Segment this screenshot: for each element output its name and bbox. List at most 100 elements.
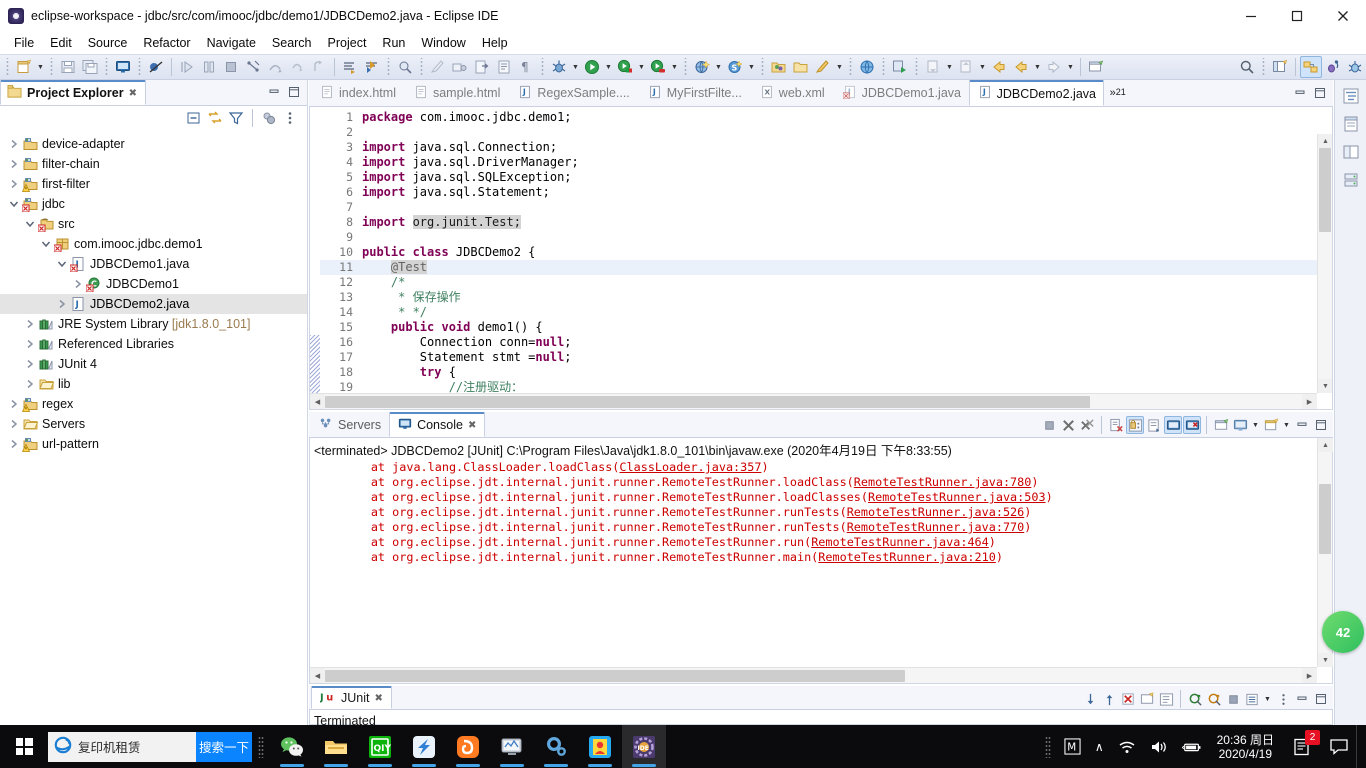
console-hscroll-thumb[interactable]	[325, 670, 905, 682]
toolbar-grip-13[interactable]	[1260, 58, 1267, 76]
menu-run[interactable]: Run	[374, 34, 413, 52]
tree-item-referenced-libraries[interactable]: Referenced Libraries	[0, 334, 307, 354]
forward-dropdown-arrow[interactable]: ▼	[1032, 56, 1043, 78]
scroll-down-arrow[interactable]: ▼	[1318, 653, 1333, 667]
show-whitespace-icon[interactable]: ¶	[515, 56, 537, 78]
taskbar-search-box[interactable]: 复印机租赁	[48, 731, 196, 762]
perspective-debug-icon[interactable]	[1322, 56, 1344, 78]
windows-start-icon[interactable]	[0, 725, 48, 768]
coverage-dropdown-arrow[interactable]: ▼	[636, 56, 647, 78]
stack-trace-link[interactable]: RemoteTestRunner.java:210	[818, 550, 996, 564]
previous-annotation-icon[interactable]	[361, 56, 383, 78]
resume-icon[interactable]	[176, 56, 198, 78]
profile-icon[interactable]	[647, 56, 669, 78]
stack-trace-link[interactable]: RemoteTestRunner.java:503	[868, 490, 1046, 504]
chevron-right-icon[interactable]	[6, 176, 22, 192]
wechat-icon[interactable]	[270, 725, 314, 768]
console-horizontal-scrollbar[interactable]: ◀ ▶	[310, 667, 1317, 683]
chevron-right-icon[interactable]	[6, 416, 22, 432]
previous-failure-icon[interactable]	[1100, 690, 1118, 708]
next-annotation-icon[interactable]	[339, 56, 361, 78]
rerun-test-icon[interactable]	[1186, 690, 1204, 708]
menu-refactor[interactable]: Refactor	[135, 34, 198, 52]
build-icon[interactable]	[449, 56, 471, 78]
menu-search[interactable]: Search	[264, 34, 320, 52]
collapse-all-icon[interactable]	[185, 109, 203, 127]
toolbar-grip-5[interactable]	[385, 58, 392, 76]
file-explorer-icon[interactable]	[314, 725, 358, 768]
uc-browser-icon[interactable]	[446, 725, 490, 768]
scroll-lock-icon[interactable]	[1126, 416, 1144, 434]
previous-edit-icon[interactable]	[955, 56, 977, 78]
search-declaration-icon[interactable]	[394, 56, 416, 78]
toolbar-grip-11[interactable]	[880, 58, 887, 76]
chevron-down-icon[interactable]	[22, 216, 38, 232]
link-with-editor-icon[interactable]	[206, 109, 224, 127]
battery-icon[interactable]	[1175, 725, 1209, 768]
chevron-right-icon[interactable]	[70, 276, 86, 292]
photo-viewer-icon[interactable]	[578, 725, 622, 768]
task-list-icon[interactable]	[1339, 112, 1363, 136]
editor-tab-index-html[interactable]: index.html	[311, 80, 405, 106]
word-wrap-icon[interactable]	[1145, 416, 1163, 434]
next-edit-dropdown-arrow[interactable]: ▼	[944, 56, 955, 78]
code-text[interactable]: package com.imooc.jdbc.demo1; import java…	[356, 107, 1332, 409]
show-console-on-output-icon[interactable]	[1164, 416, 1182, 434]
stack-trace-link[interactable]: RemoteTestRunner.java:770	[847, 520, 1025, 534]
coverage-icon[interactable]	[614, 56, 636, 78]
console-output[interactable]: at java.lang.ClassLoader.loadClass(Class…	[310, 460, 1317, 666]
chevron-right-icon[interactable]	[6, 396, 22, 412]
editor-tab-web-xml[interactable]: Xweb.xml	[751, 80, 834, 106]
toggle-mark-occurrences-icon[interactable]	[493, 56, 515, 78]
history-dropdown-arrow[interactable]: ▼	[1262, 688, 1273, 710]
new-wizard-dropdown-arrow[interactable]: ▼	[35, 56, 46, 78]
m-tray-icon[interactable]: M	[1057, 725, 1088, 768]
menu-source[interactable]: Source	[80, 34, 136, 52]
chevron-down-icon[interactable]	[54, 256, 70, 272]
maximize-icon[interactable]	[285, 83, 303, 101]
terminate-icon[interactable]	[220, 56, 242, 78]
servers-view-icon[interactable]	[1339, 168, 1363, 192]
action-center-icon[interactable]: 2	[1282, 725, 1322, 768]
scroll-up-arrow[interactable]: ▲	[1318, 438, 1333, 452]
open-type-icon[interactable]	[812, 56, 834, 78]
editor-tab-myfirstfilte[interactable]: J MyFirstFilte...	[639, 80, 751, 106]
view-menu-icon[interactable]	[1274, 690, 1292, 708]
menu-project[interactable]: Project	[320, 34, 375, 52]
console-line[interactable]: at org.eclipse.jdt.internal.junit.runner…	[314, 505, 1317, 520]
console-line[interactable]: at org.eclipse.jdt.internal.junit.runner…	[314, 475, 1317, 490]
display-console-dropdown-arrow[interactable]: ▼	[1250, 414, 1261, 436]
search-icon[interactable]	[1236, 56, 1258, 78]
scroll-right-arrow[interactable]: ▶	[1302, 668, 1317, 683]
save-all-icon[interactable]	[79, 56, 101, 78]
console-body[interactable]: <terminated> JDBCDemo2 [JUnit] C:\Progra…	[309, 438, 1333, 684]
volume-icon[interactable]	[1143, 725, 1175, 768]
chevron-right-icon[interactable]	[54, 296, 70, 312]
debug-icon[interactable]	[548, 56, 570, 78]
wifi-icon[interactable]	[1111, 725, 1143, 768]
floating-badge[interactable]: 42	[1322, 611, 1364, 653]
perspective-java-icon[interactable]	[1344, 56, 1366, 78]
menu-window[interactable]: Window	[413, 34, 473, 52]
toolbar-grip-7[interactable]	[539, 58, 546, 76]
forward-icon[interactable]	[1010, 56, 1032, 78]
display-selected-console-icon[interactable]	[1231, 416, 1249, 434]
message-icon[interactable]	[1322, 725, 1356, 768]
new-class-icon[interactable]	[790, 56, 812, 78]
console-line[interactable]: at org.eclipse.jdt.internal.junit.runner…	[314, 490, 1317, 505]
taskbar-clock[interactable]: 20:36 周日 2020/4/19	[1209, 733, 1282, 761]
rerun-failed-icon[interactable]	[1205, 690, 1223, 708]
run-dropdown-arrow[interactable]: ▼	[603, 56, 614, 78]
console-line[interactable]: at java.lang.ClassLoader.loadClass(Class…	[314, 460, 1317, 475]
tree-item-jdbcdemo1-java[interactable]: J JDBCDemo1.java	[0, 254, 307, 274]
tree-item-filter-chain[interactable]: filter-chain	[0, 154, 307, 174]
editor-vertical-scrollbar[interactable]: ▲ ▼	[1317, 134, 1332, 393]
chevron-right-icon[interactable]	[22, 356, 38, 372]
new-wizard-icon[interactable]	[13, 56, 35, 78]
remove-launch-icon[interactable]	[1059, 416, 1077, 434]
screen-recorder-icon[interactable]	[490, 725, 534, 768]
toolbar-grip-9[interactable]	[759, 58, 766, 76]
editor-tab-jdbcdemo1-java[interactable]: J JDBCDemo1.java	[834, 80, 969, 106]
scroll-down-arrow[interactable]: ▼	[1318, 379, 1332, 393]
brush-icon[interactable]	[427, 56, 449, 78]
